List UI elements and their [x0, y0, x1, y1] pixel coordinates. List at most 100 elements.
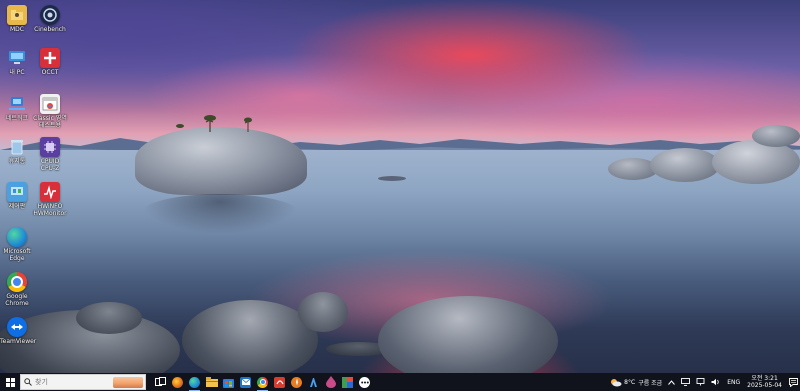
store-icon [223, 378, 234, 388]
computer-icon [7, 48, 27, 68]
taskbar-app-blue[interactable] [305, 373, 322, 391]
desktop-icon-label: 제어판 [8, 203, 26, 210]
speaker-icon [711, 378, 719, 386]
notification-icon [788, 377, 798, 387]
desktop-icon-label: Microsoft Edge [3, 248, 31, 262]
chrome-window-icon [40, 94, 60, 114]
desktop-icon-cinebench[interactable]: Cinebench [33, 5, 67, 33]
desktop-icon-user-folder[interactable]: MDC [0, 5, 34, 33]
network-tray-icon [696, 378, 705, 386]
desktop-icon-chrome-window[interactable]: Classic 영역 테스트용 [33, 94, 67, 129]
clock-date: 2025-05-04 [747, 382, 782, 389]
recycle-bin-icon [7, 137, 27, 157]
weather-description: 구름 조금 [638, 379, 663, 387]
desktop-icon-label: TeamViewer [0, 338, 37, 345]
boulder-trees [176, 115, 252, 132]
rocks-right-3 [712, 140, 800, 184]
multicolor-icon [342, 376, 353, 388]
system-tray: 8°C 구름 조금 ENG 오전 3:21 2025-05-04 [607, 373, 800, 391]
drop-icon [325, 376, 336, 388]
taskbar-outlook[interactable] [237, 373, 254, 391]
taskbar-task-view[interactable] [152, 373, 169, 391]
blue-app-icon [310, 377, 317, 387]
desktop-icon-label: Google Chrome [5, 293, 29, 307]
desktop-icon-edge[interactable]: Microsoft Edge [0, 227, 34, 262]
tray-monitor[interactable] [678, 373, 693, 391]
boulder-reflection [140, 194, 300, 234]
desktop-icon-label: OCCT [41, 69, 59, 76]
chrome-icon [7, 272, 27, 292]
compass-icon [291, 376, 302, 388]
tray-volume[interactable] [708, 373, 724, 391]
desktop-icon-label: CPUID CPU-Z [40, 158, 60, 172]
edge-icon [189, 376, 200, 388]
desktop-icon-label: Cinebench [34, 26, 66, 33]
taskbar-app-drop[interactable] [322, 373, 339, 391]
clock-time: 오전 3:21 [751, 375, 778, 382]
chrome-icon [257, 376, 268, 388]
desktop-icon-occt[interactable]: OCCT [33, 48, 67, 76]
desktop-wallpaper [0, 0, 800, 373]
search-input[interactable] [35, 376, 115, 388]
windows-logo-icon [5, 377, 15, 387]
taskbar-chrome[interactable] [254, 373, 271, 391]
cpu-z-icon [40, 137, 60, 157]
network-icon [7, 94, 27, 114]
desktop-icon-label: 네트워크 [5, 115, 29, 122]
rocks-right-2 [650, 148, 720, 182]
taskbar-microsoft-store[interactable] [220, 373, 237, 391]
control-panel-icon [7, 182, 27, 202]
taskbar-widgets[interactable] [169, 373, 186, 391]
desktop-icon-this-pc[interactable]: 내 PC [0, 48, 34, 76]
taskbar-app-red[interactable] [271, 373, 288, 391]
notification-center-button[interactable] [786, 373, 800, 391]
desktop-icon-label: MDC [10, 26, 24, 33]
language-label: ENG [727, 378, 741, 386]
foreground-rock-small [76, 302, 142, 334]
desktop-icon-hwmonitor[interactable]: HWiNFO HWMonitor [33, 182, 67, 217]
distant-rock [378, 176, 406, 181]
chevron-up-icon [668, 379, 676, 385]
desktop-icon-teamviewer[interactable]: TeamViewer [0, 317, 37, 345]
desktop-icon-label: Classic 영역 테스트용 [33, 115, 67, 129]
teamviewer-icon [7, 317, 27, 337]
mail-icon [240, 376, 251, 388]
search-highlight-image [113, 377, 143, 388]
start-button[interactable] [0, 373, 20, 391]
weather-temperature: 8°C [624, 378, 636, 386]
task-view-icon [155, 377, 166, 386]
tray-network[interactable] [693, 373, 708, 391]
language-indicator[interactable]: ENG [724, 373, 743, 391]
desktop-icon-recycle-bin[interactable]: 휴지통 [0, 137, 34, 165]
foreground-rock-mid [298, 292, 348, 332]
desktop-icon-cpu-z[interactable]: CPUID CPU-Z [33, 137, 67, 172]
taskbar-edge[interactable] [186, 373, 203, 391]
taskbar-clock[interactable]: 오전 3:21 2025-05-04 [743, 375, 786, 389]
taskbar: 8°C 구름 조금 ENG 오전 3:21 2025-05-04 [0, 373, 800, 391]
monitor-tray-icon [681, 378, 691, 386]
desktop-icon-network[interactable]: 네트워크 [0, 94, 34, 122]
dots-icon [359, 376, 370, 388]
widgets-icon [172, 376, 183, 388]
red-app-icon [274, 376, 285, 388]
weather-widget[interactable]: 8°C 구름 조금 [607, 373, 665, 391]
desktop-icon-label: HWiNFO HWMonitor [33, 203, 67, 217]
show-hidden-icons-button[interactable] [665, 373, 678, 391]
cinebench-icon [40, 5, 60, 25]
taskbar-app-dots[interactable] [356, 373, 373, 391]
taskbar-compass[interactable] [288, 373, 305, 391]
user-folder-icon [7, 5, 27, 25]
desktop-icon-control-panel[interactable]: 제어판 [0, 182, 34, 210]
rocks-right-4 [752, 125, 800, 147]
search-icon [21, 375, 35, 389]
boulder-left [135, 127, 307, 195]
desktop-icon-google-chrome[interactable]: Google Chrome [0, 272, 34, 307]
edge-icon [7, 227, 27, 247]
taskbar-search-box[interactable] [20, 374, 146, 390]
hwmonitor-icon [40, 182, 60, 202]
taskbar-app-multicolor[interactable] [339, 373, 356, 391]
desktop-icon-label: 내 PC [9, 69, 25, 76]
desktop-icon-label: 휴지통 [8, 158, 26, 165]
folder-icon [205, 377, 218, 387]
taskbar-file-explorer[interactable] [203, 373, 220, 391]
